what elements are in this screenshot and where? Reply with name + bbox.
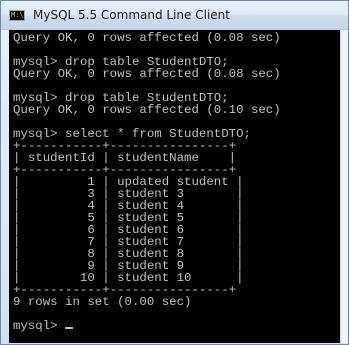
title-bar[interactable]: M:\ MySQL 5.5 Command Line Client [1, 1, 348, 30]
console-output[interactable]: Query OK, 0 rows affected (0.08 sec) mys… [9, 30, 340, 343]
prompt-line[interactable]: mysql> [13, 319, 74, 333]
window-title: MySQL 5.5 Command Line Client [33, 8, 230, 22]
console-line: Query OK, 0 rows affected (0.10 sec) [13, 103, 281, 117]
text-cursor [65, 327, 74, 329]
prompt-text: mysql> [13, 319, 66, 333]
scrollbar[interactable] [340, 30, 348, 343]
console-line: Query OK, 0 rows affected (0.08 sec) [13, 31, 281, 45]
console-line: Query OK, 0 rows affected (0.08 sec) [13, 67, 281, 81]
console-app-icon[interactable]: M:\ [9, 10, 25, 21]
mysql-client-window: M:\ MySQL 5.5 Command Line Client Query … [0, 0, 349, 345]
console-line: 9 rows in set (0.00 sec) [13, 295, 192, 309]
